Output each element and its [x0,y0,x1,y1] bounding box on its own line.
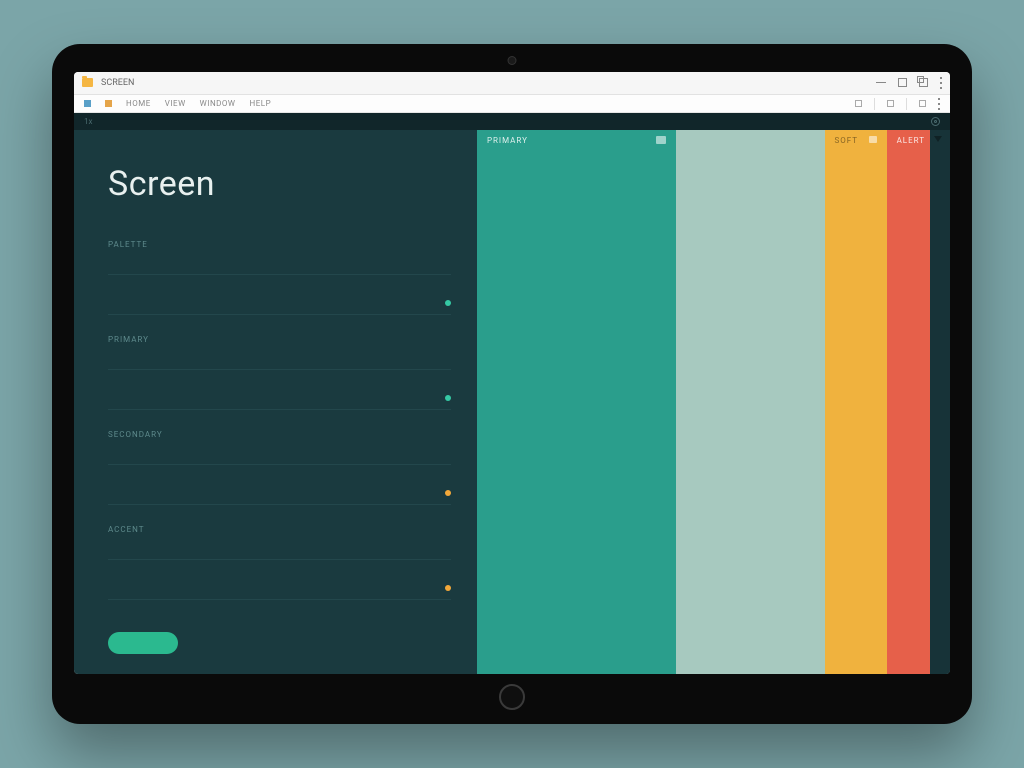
folder-icon [82,78,93,87]
app-top-bar: 1x [74,113,950,130]
device-camera [508,56,517,65]
field-label: SECONDARY [108,430,451,439]
menu-item[interactable]: HOME [126,99,151,108]
field-row[interactable] [108,390,451,410]
status-dot [445,585,451,591]
color-swatch[interactable] [930,130,950,674]
zoom-label: 1x [84,117,92,126]
page-title: Screen [108,164,451,204]
settings-icon[interactable] [931,117,940,126]
field-row[interactable] [108,350,451,370]
color-swatch[interactable]: ALERT [887,130,930,674]
setting-field [108,295,451,315]
setting-field [108,580,451,600]
app-icon [84,100,91,107]
tool-icon[interactable] [855,100,862,107]
apply-button[interactable] [108,632,178,654]
field-row[interactable] [108,580,451,600]
color-swatch[interactable] [676,130,825,674]
setting-field: ACCENT [108,525,451,560]
status-dot [445,395,451,401]
left-pane: Screen PALETTE PRIMARY SECONDARY ACCENT [74,130,477,674]
swatch-label: SOFT [835,136,859,145]
setting-field [108,485,451,505]
minimize-icon[interactable] [876,82,886,83]
browser-title: SCREEN [101,78,134,88]
home-button[interactable] [499,684,525,710]
swatch-icon [869,136,877,143]
field-label: ACCENT [108,525,451,534]
field-label: PRIMARY [108,335,451,344]
swatch-label: PRIMARY [487,136,528,145]
field-row[interactable] [108,255,451,275]
app-icon-secondary [105,100,112,107]
maximize-icon[interactable] [898,78,907,87]
screen: SCREEN HOME VIEW WINDOW HELP [74,72,950,674]
setting-field [108,390,451,410]
setting-field: PALETTE [108,240,451,275]
separator [906,98,907,110]
swatch-icon [656,136,666,144]
separator [874,98,875,110]
color-swatch[interactable]: SOFT [825,130,887,674]
color-swatch[interactable]: PRIMARY [477,130,676,674]
status-dot [445,490,451,496]
menu-bar: HOME VIEW WINDOW HELP [74,95,950,113]
device-frame: SCREEN HOME VIEW WINDOW HELP [52,44,972,724]
menu-item[interactable]: WINDOW [200,99,236,108]
field-row[interactable] [108,445,451,465]
swatch-label: ALERT [897,136,925,145]
app-body: Screen PALETTE PRIMARY SECONDARY ACCENT PRI… [74,130,950,674]
restore-icon[interactable] [919,78,928,87]
field-row[interactable] [108,485,451,505]
menu-item[interactable]: VIEW [165,99,186,108]
chevron-down-icon[interactable] [934,136,942,142]
field-label: PALETTE [108,240,451,249]
field-row[interactable] [108,295,451,315]
tool-icon[interactable] [919,100,926,107]
menu-item[interactable]: HELP [250,99,272,108]
browser-title-bar: SCREEN [74,72,950,95]
more-icon[interactable] [938,98,940,110]
field-row[interactable] [108,540,451,560]
tool-icon[interactable] [887,100,894,107]
setting-field: SECONDARY [108,430,451,465]
kebab-menu-icon[interactable] [940,77,942,89]
status-dot [445,300,451,306]
setting-field: PRIMARY [108,335,451,370]
palette-pane: PRIMARY SOFT ALERT [477,130,950,674]
